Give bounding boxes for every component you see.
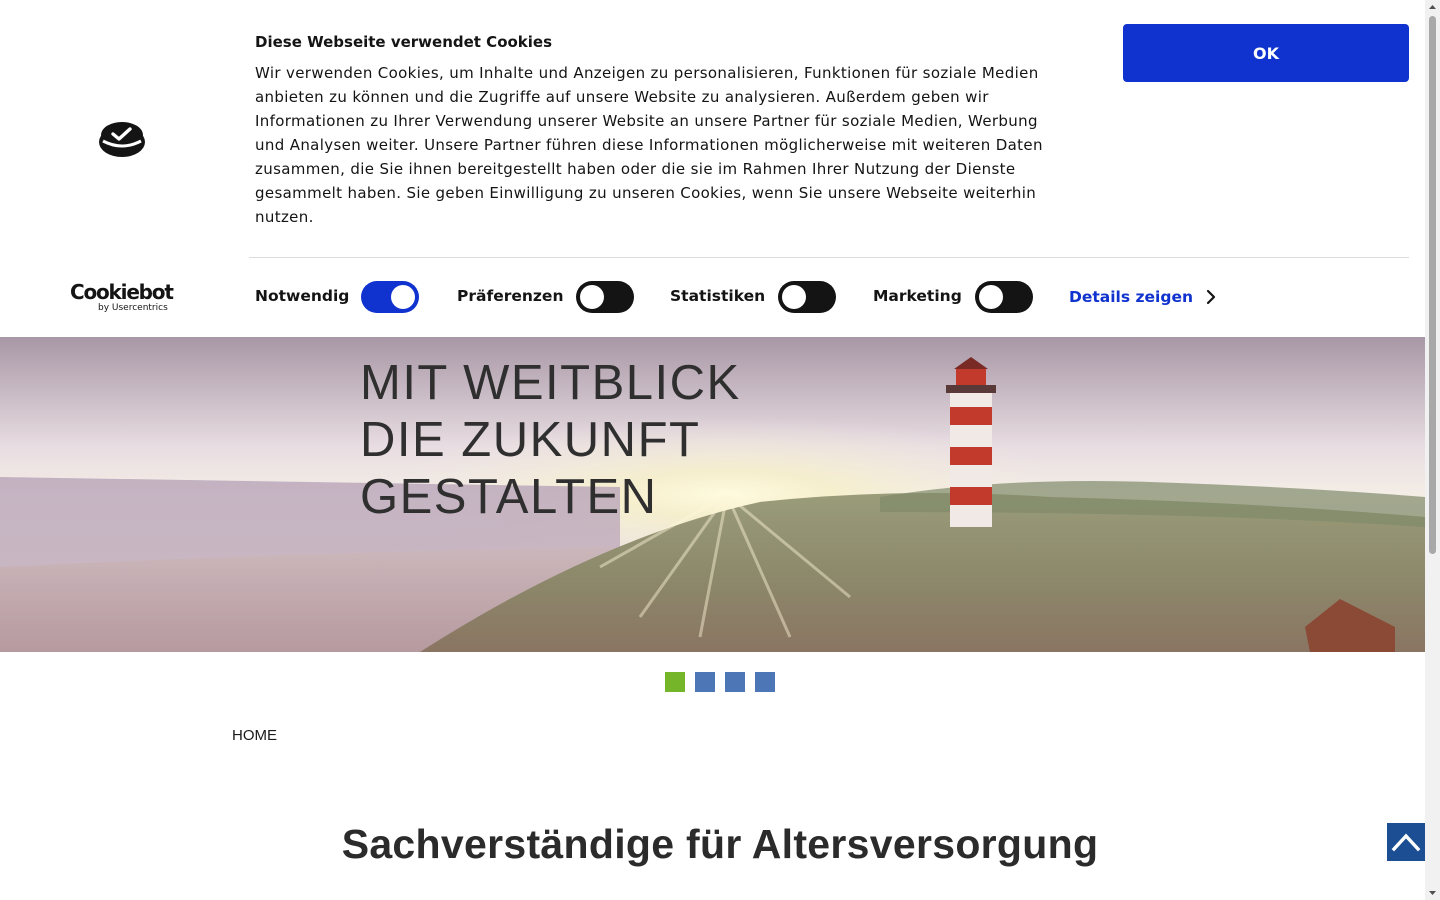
slider-dot-1[interactable] [665,672,685,692]
scroll-down-arrow-icon[interactable] [1425,885,1440,900]
toggle-praeferenzen[interactable] [576,281,634,313]
toggle-knob [979,285,1003,309]
toggle-knob [580,285,604,309]
slider-dot-3[interactable] [725,672,745,692]
chevron-right-icon[interactable] [1205,289,1217,305]
details-zeigen-link[interactable]: Details zeigen [1069,287,1193,307]
toggle-label-praeferenzen: Präferenzen [457,287,564,305]
toggle-label-notwendig: Notwendig [255,287,350,305]
toggle-label-statistiken: Statistiken [670,287,766,305]
cookiebot-brand: Cookiebot by Usercentrics [70,281,174,313]
toggle-knob [391,285,415,309]
toggle-label-marketing: Marketing [873,287,962,305]
page-scrollbar[interactable] [1425,0,1440,900]
cookie-banner-text: Wir verwenden Cookies, um Inhalte und An… [255,64,1043,226]
hero-headline-line-2: DIE ZUKUNFT [360,413,701,467]
back-to-top-button[interactable] [1387,823,1425,861]
toggle-marketing[interactable] [975,281,1033,313]
hero-headline-line-1: MIT WEITBLICK [360,356,741,410]
scroll-up-arrow-icon[interactable] [1425,0,1440,15]
hero-headline: MIT WEITBLICK DIE ZUKUNFT GESTALTEN [360,355,741,526]
cookiebot-wordmark: Cookiebot [70,280,174,304]
cookiebot-byline: by Usercentrics [98,303,168,313]
page-title: Sachverständige für Altersversorgung [341,821,1099,867]
slider-dot-4[interactable] [755,672,775,692]
cookie-consent-banner: Cookiebot by Usercentrics Diese Webseite… [0,0,1425,337]
scrollbar-thumb[interactable] [1429,16,1436,554]
toggle-statistiken[interactable] [778,281,836,313]
cookie-banner-title: Diese Webseite verwendet Cookies [255,33,553,51]
cookiebot-logo-icon [99,122,145,157]
slider-dot-2[interactable] [695,672,715,692]
toggle-knob [782,285,806,309]
hero-slider: MIT WEITBLICK DIE ZUKUNFT GESTALTEN [0,337,1425,652]
cookie-banner-divider [249,257,1409,258]
toggle-notwendig[interactable] [361,281,419,313]
cookie-ok-button[interactable]: OK [1123,24,1409,82]
breadcrumb-home[interactable]: HOME [232,727,277,744]
chevron-up-icon [1391,833,1421,852]
hero-headline-line-3: GESTALTEN [360,470,658,524]
breadcrumb: HOME [232,727,277,745]
